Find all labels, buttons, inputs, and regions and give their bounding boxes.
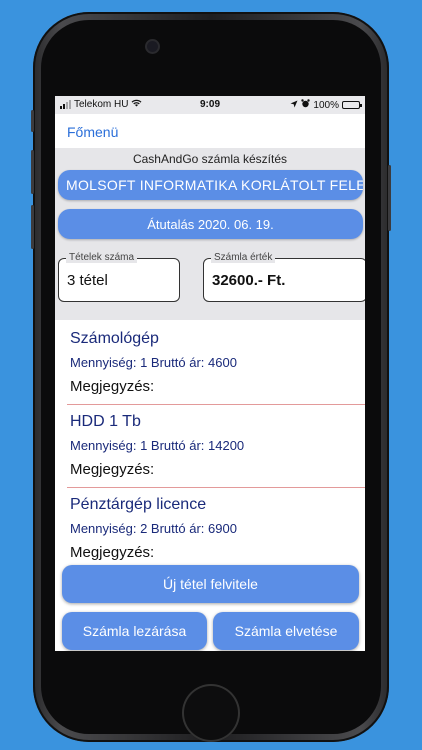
power-button	[388, 165, 391, 231]
cancel-invoice-button[interactable]: Számla elvetése	[213, 612, 359, 650]
item-note: Megjegyzés:	[70, 461, 155, 478]
list-item[interactable]: Számológép Mennyiség: 1 Bruttó ár: 4600 …	[67, 322, 365, 405]
item-name: Számológép	[70, 330, 159, 347]
item-name: HDD 1 Tb	[70, 413, 141, 430]
item-note: Megjegyzés:	[70, 544, 155, 561]
item-name: Pénztárgép licence	[70, 496, 207, 513]
item-detail: Mennyiség: 1 Bruttó ár: 14200	[70, 438, 245, 453]
items-count-label: Tételek száma	[66, 252, 138, 263]
battery-icon	[342, 101, 362, 109]
customer-select-button[interactable]: MOLSOFT INFORMATIKA KORLÁTOLT FELE	[58, 170, 363, 200]
new-item-button[interactable]: Új tétel felvitele	[62, 565, 359, 603]
list-item[interactable]: Pénztárgép licence Mennyiség: 2 Bruttó á…	[67, 488, 365, 570]
app-screen: Telekom HU 9:09 100% Főmenü CashAndGo sz…	[55, 96, 365, 651]
main-menu-button[interactable]: Főmenü	[67, 124, 118, 140]
home-button[interactable]	[182, 684, 240, 742]
invoice-items-list: Számológép Mennyiség: 1 Bruttó ár: 4600 …	[55, 322, 365, 570]
item-detail: Mennyiség: 1 Bruttó ár: 4600	[70, 355, 237, 370]
volume-up-button	[31, 150, 34, 194]
item-detail: Mennyiség: 2 Bruttó ár: 6900	[70, 521, 237, 536]
items-count-value: 3 tétel	[67, 272, 108, 289]
battery-percent: 100%	[313, 99, 339, 111]
silent-switch	[31, 110, 34, 132]
front-camera-icon	[147, 41, 158, 52]
item-note: Megjegyzés:	[70, 378, 155, 395]
status-right: 100%	[290, 99, 362, 111]
items-count-field: Tételek száma 3 tétel	[58, 252, 180, 302]
invoice-value-label: Számla érték	[211, 252, 276, 263]
invoice-value-amount: 32600.- Ft.	[212, 272, 286, 289]
alarm-icon	[301, 99, 311, 111]
status-bar: Telekom HU 9:09 100%	[55, 96, 365, 114]
invoice-value-field: Számla érték 32600.- Ft.	[203, 252, 365, 302]
page-title: CashAndGo számla készítés	[132, 152, 288, 166]
volume-down-button	[31, 205, 34, 249]
location-arrow-icon	[290, 100, 298, 111]
list-item[interactable]: HDD 1 Tb Mennyiség: 1 Bruttó ár: 14200 M…	[67, 405, 365, 488]
close-invoice-button[interactable]: Számla lezárása	[62, 612, 207, 650]
payment-method-button[interactable]: Átutalás 2020. 06. 19.	[58, 209, 363, 239]
